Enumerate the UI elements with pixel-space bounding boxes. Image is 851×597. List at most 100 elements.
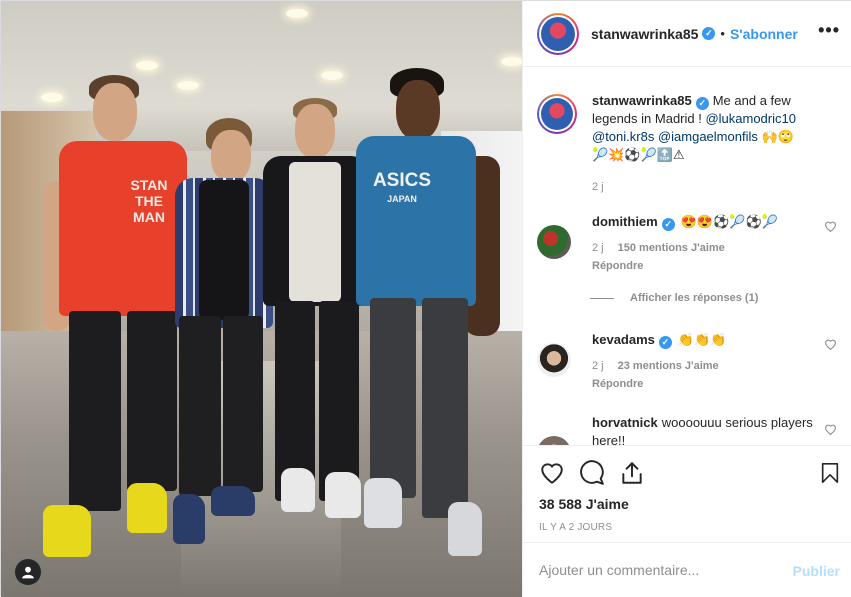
comment-likes[interactable]: 23 mentions J'aime [618, 360, 719, 372]
post-container: STAN THE MAN ASICS JAPAN stanwawrinka85 … [0, 0, 851, 597]
comment-item: domithiem ✓ 😍😍⚽🎾⚽🎾 2 j 150 mentions J'aime … [537, 213, 837, 293]
bookmark-icon[interactable] [819, 460, 841, 486]
reply-button[interactable]: Répondre [592, 378, 643, 390]
reply-button[interactable]: Répondre [592, 260, 643, 272]
caption-emoji: 🙌 [761, 129, 778, 144]
comments-list[interactable]: stanwawrinka85 ✓ Me and a few legends in M… [523, 68, 851, 445]
add-comment-bar: Publier [523, 542, 851, 597]
head [295, 104, 335, 158]
comment-avatar[interactable] [537, 225, 571, 259]
shirt-print: ASICS [372, 170, 432, 191]
comment-avatar[interactable] [537, 436, 571, 445]
shoe [127, 483, 167, 533]
comment-input[interactable] [539, 559, 779, 581]
heart-icon[interactable] [539, 460, 565, 486]
more-icon[interactable]: ••• [818, 21, 840, 39]
leg [319, 301, 359, 501]
publish-button[interactable]: Publier [793, 563, 840, 579]
verified-icon: ✓ [658, 336, 672, 349]
comment-icon[interactable] [579, 460, 605, 486]
inner-shirt [289, 162, 341, 302]
leg [69, 311, 121, 511]
photo-light [501, 57, 522, 66]
caption-emoji: 🔝 [656, 147, 673, 162]
shirt-print: STAN THE MAN [130, 177, 168, 225]
caption-time[interactable]: 2 j [592, 181, 604, 193]
user-tag-button[interactable] [15, 559, 41, 585]
leg [179, 316, 221, 496]
avatar-border [539, 96, 575, 132]
leg [223, 316, 263, 492]
caption-emoji: 🎾 [640, 147, 657, 162]
comment-item: horvatnick woooouuu serious players here!… [537, 414, 837, 445]
comment-body: domithiem ✓ 😍😍⚽🎾⚽🎾 2 j 150 mentions J'aime … [592, 213, 822, 275]
avatar-border [539, 14, 577, 53]
comment-item: kevadams ✓ 👏👏👏 2 j 23 mentions J'aime Répon… [537, 331, 837, 411]
head [396, 80, 440, 140]
comment-emoji: 🎾 [761, 214, 778, 229]
photo-light [286, 9, 308, 18]
verified-icon: ✓ [661, 218, 675, 231]
comment-username[interactable]: kevadams [592, 332, 655, 347]
caption: stanwawrinka85 ✓ Me and a few legends in M… [537, 92, 837, 196]
comment-emoji: 😍 [696, 214, 714, 229]
person-1: STAN THE MAN [41, 71, 191, 571]
shoe [281, 468, 315, 512]
comment-body: horvatnick woooouuu serious players here!… [592, 414, 822, 445]
mention-link[interactable]: @iamgaelmonfils [658, 129, 758, 144]
caption-avatar[interactable] [537, 94, 577, 134]
comment-emoji: ⚽ [745, 214, 762, 229]
likes-count[interactable]: 38 588 J'aime [539, 496, 629, 512]
comment-username[interactable]: horvatnick [592, 415, 658, 430]
comment-like-icon[interactable] [824, 423, 837, 436]
follow-button[interactable]: S'abonner [730, 26, 798, 42]
header-info: stanwawrinka85 ✓ • S'abonner [591, 26, 798, 42]
comment-emoji: 😍 [680, 214, 697, 229]
user-tag-icon [22, 566, 34, 579]
photo-light [321, 71, 343, 80]
leg [422, 298, 468, 518]
verified-icon: ✓ [695, 97, 709, 110]
comment-meta: 2 j 150 mentions J'aime Répondre [592, 239, 822, 275]
comment-time[interactable]: 2 j [592, 242, 604, 254]
replies-divider [590, 297, 614, 299]
comment-emoji: ⚽ [713, 214, 730, 229]
shoe [364, 478, 402, 528]
verified-icon: ✓ [702, 27, 716, 40]
post-side-panel: stanwawrinka85 ✓ • S'abonner ••• stanwaw… [522, 1, 851, 597]
caption-body: stanwawrinka85 ✓ Me and a few legends in M… [592, 92, 822, 196]
comment-username[interactable]: domithiem [592, 214, 658, 229]
torso [59, 141, 187, 316]
caption-username[interactable]: stanwawrinka85 [592, 93, 692, 108]
comment-emoji: 👏 [710, 332, 727, 347]
view-replies-button[interactable]: Afficher les réponses (1) [590, 292, 758, 304]
author-avatar[interactable] [537, 12, 579, 55]
leg [127, 311, 177, 491]
person-2 [171, 116, 276, 546]
post-photo[interactable]: STAN THE MAN ASICS JAPAN [1, 1, 522, 597]
person-4: ASICS JAPAN [356, 66, 516, 561]
avatar-image [541, 98, 573, 130]
comment-time[interactable]: 2 j [592, 360, 604, 372]
torso [356, 136, 476, 306]
shoe [173, 494, 205, 544]
head [211, 130, 251, 182]
mention-link[interactable]: @toni.kr8s [592, 129, 654, 144]
mention-link[interactable]: @lukamodric10 [705, 111, 796, 126]
comment-like-icon[interactable] [824, 220, 837, 233]
post-time[interactable]: IL Y A 2 JOURS [539, 522, 612, 533]
head [93, 83, 137, 141]
comment-avatar[interactable] [537, 343, 571, 377]
post-header: stanwawrinka85 ✓ • S'abonner ••• [523, 1, 851, 67]
comment-emoji: 👏 [694, 332, 711, 347]
comment-like-icon[interactable] [824, 338, 837, 351]
view-replies-label: Afficher les réponses (1) [630, 292, 759, 304]
avatar-image [541, 16, 575, 51]
inner-shirt [199, 180, 249, 320]
comment-likes[interactable]: 150 mentions J'aime [618, 242, 725, 254]
share-icon[interactable] [619, 460, 645, 486]
action-bar: 38 588 J'aime IL Y A 2 JOURS [523, 445, 851, 555]
caption-emoji: 🎾 [592, 147, 609, 162]
author-username[interactable]: stanwawrinka85 [591, 26, 698, 42]
comment-meta: 2 j 23 mentions J'aime Répondre [592, 357, 822, 393]
